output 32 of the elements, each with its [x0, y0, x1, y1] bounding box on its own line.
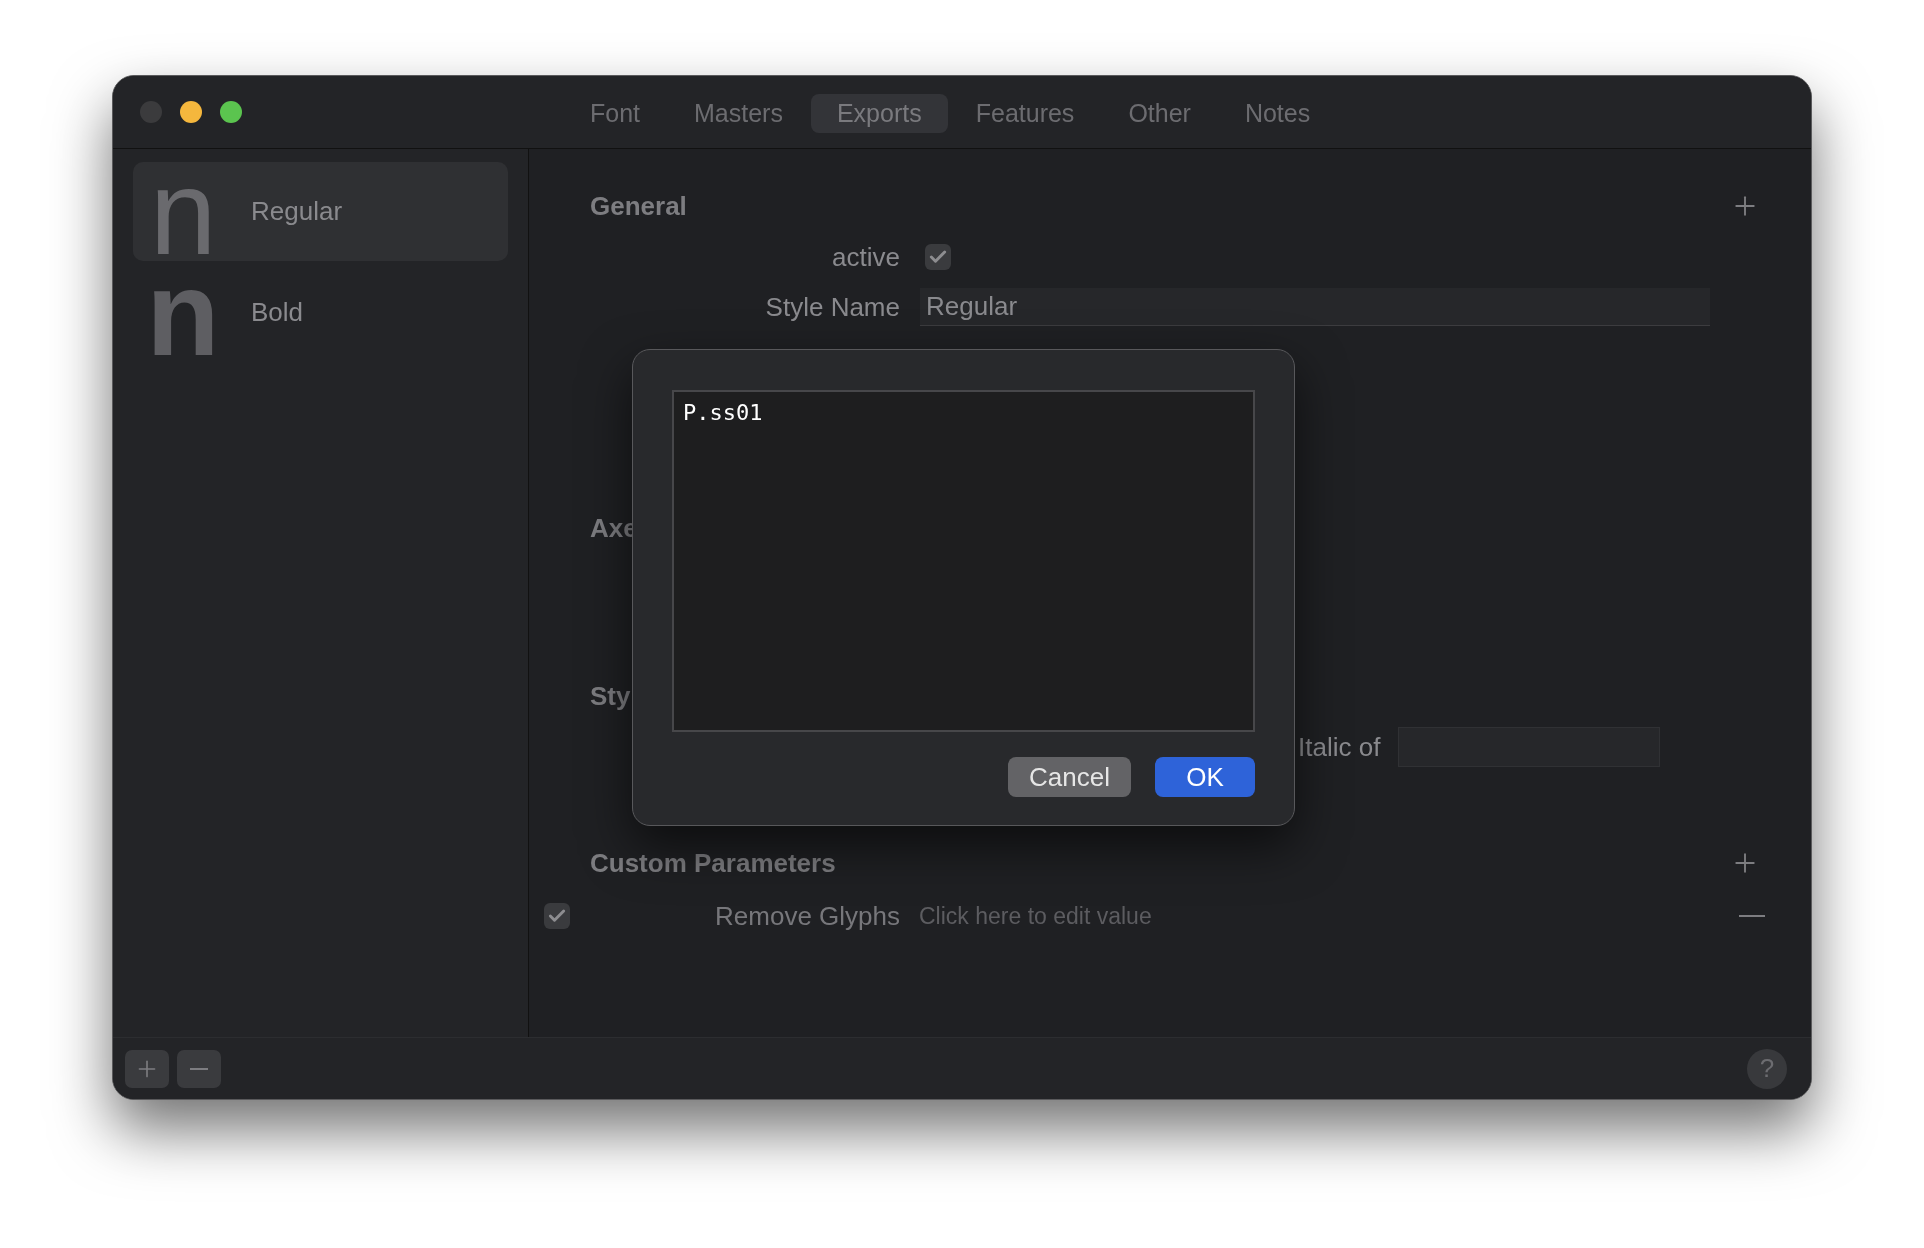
tab[interactable]: Notes [1218, 94, 1337, 133]
checkbox[interactable] [925, 244, 951, 270]
field-label: Style Name [764, 290, 900, 324]
tab[interactable]: Masters [668, 94, 809, 133]
glyph-preview: n [145, 262, 221, 363]
style-name-field[interactable]: Regular [920, 288, 1710, 326]
window-control[interactable] [180, 101, 202, 123]
tab[interactable]: Exports [810, 94, 948, 133]
master-item[interactable]: n Regular [133, 162, 508, 261]
parameter-name: Remove Glyphs [714, 899, 900, 933]
help-button[interactable]: ? [1747, 1048, 1787, 1089]
master-name: Regular [251, 195, 343, 228]
glyph-preview: n [148, 161, 218, 262]
text-area[interactable]: P.ss01 [672, 390, 1255, 732]
tab[interactable]: Font [564, 94, 667, 133]
section-heading: General [590, 189, 687, 223]
cancel-button[interactable]: Cancel [1008, 757, 1131, 797]
field-label: Italic of [1298, 730, 1381, 764]
remove-button[interactable] [177, 1049, 221, 1088]
ok-button[interactable]: OK [1155, 757, 1255, 797]
section-heading: Custom Parameters [590, 846, 836, 880]
section-heading: Sty [590, 679, 631, 713]
tab[interactable]: Features [949, 94, 1101, 133]
master-name: Bold [251, 296, 304, 329]
master-item[interactable]: n Bold [133, 263, 508, 362]
tab[interactable]: Other [1102, 94, 1217, 133]
remove-icon [190, 1067, 208, 1070]
checkbox[interactable] [544, 903, 570, 929]
field-label: active [831, 240, 900, 274]
add-button[interactable] [125, 1049, 169, 1088]
window-control[interactable] [220, 101, 242, 123]
parameter-value-field[interactable]: Click here to edit value [919, 898, 1739, 934]
